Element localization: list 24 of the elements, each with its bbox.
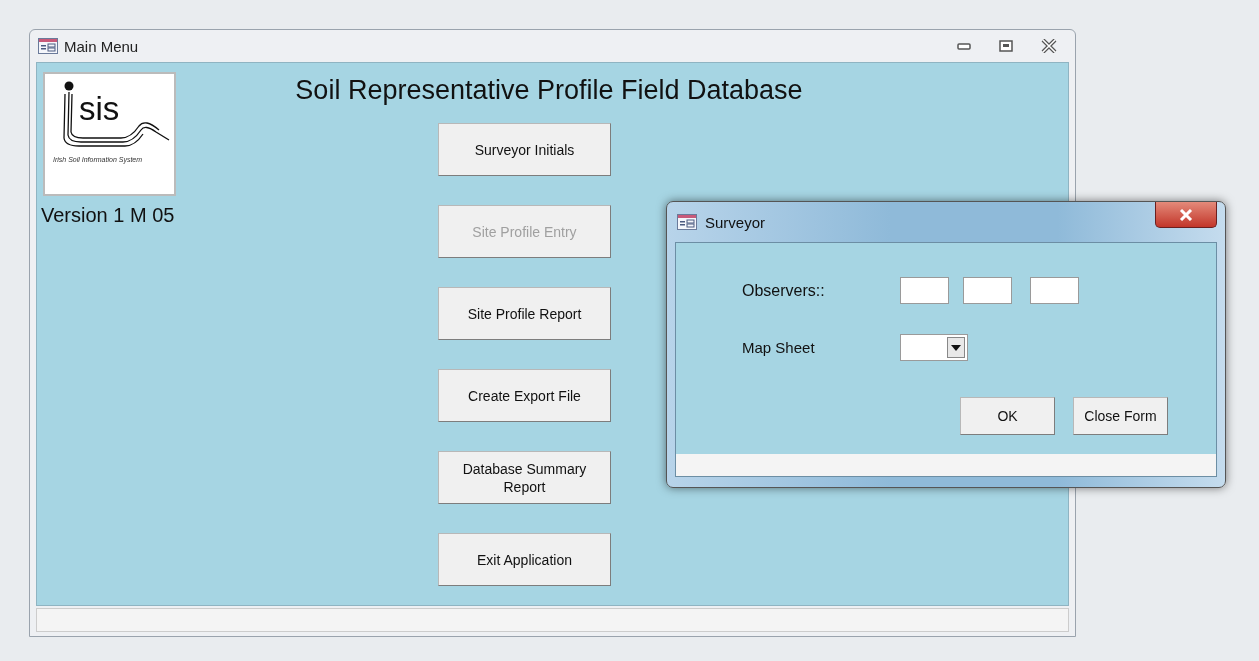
restore-icon[interactable]	[999, 40, 1013, 52]
form-icon	[38, 38, 58, 54]
form-icon	[677, 214, 697, 230]
form-heading: Soil Representative Profile Field Database	[295, 75, 803, 106]
minimize-icon[interactable]	[957, 42, 971, 50]
menu-button[interactable]: Create Export File	[438, 369, 611, 422]
dropdown-field[interactable]	[900, 334, 968, 361]
menu-button[interactable]: Surveyor Initials	[438, 123, 611, 176]
input-field[interactable]	[1030, 277, 1079, 304]
close-icon	[1179, 208, 1193, 221]
map-sheet-label: Map Sheet	[742, 339, 816, 356]
version-label: Version 1 M 05	[41, 204, 176, 227]
dialog-title: Surveyor	[705, 213, 767, 231]
menu-button[interactable]: Exit Application	[438, 533, 611, 586]
window-title: Main Menu	[64, 37, 140, 55]
menu-button[interactable]: Site Profile Report	[438, 287, 611, 340]
dialog-button[interactable]: Close Form	[1073, 397, 1168, 435]
menu-button[interactable]: Database Summary Report	[438, 451, 611, 504]
close-icon[interactable]	[1041, 39, 1057, 53]
close-button[interactable]	[1155, 202, 1217, 228]
input-field[interactable]	[963, 277, 1012, 304]
observers-label: Observers::	[742, 281, 826, 300]
dialog-button[interactable]: OK	[960, 397, 1055, 435]
input-field[interactable]	[900, 277, 949, 304]
